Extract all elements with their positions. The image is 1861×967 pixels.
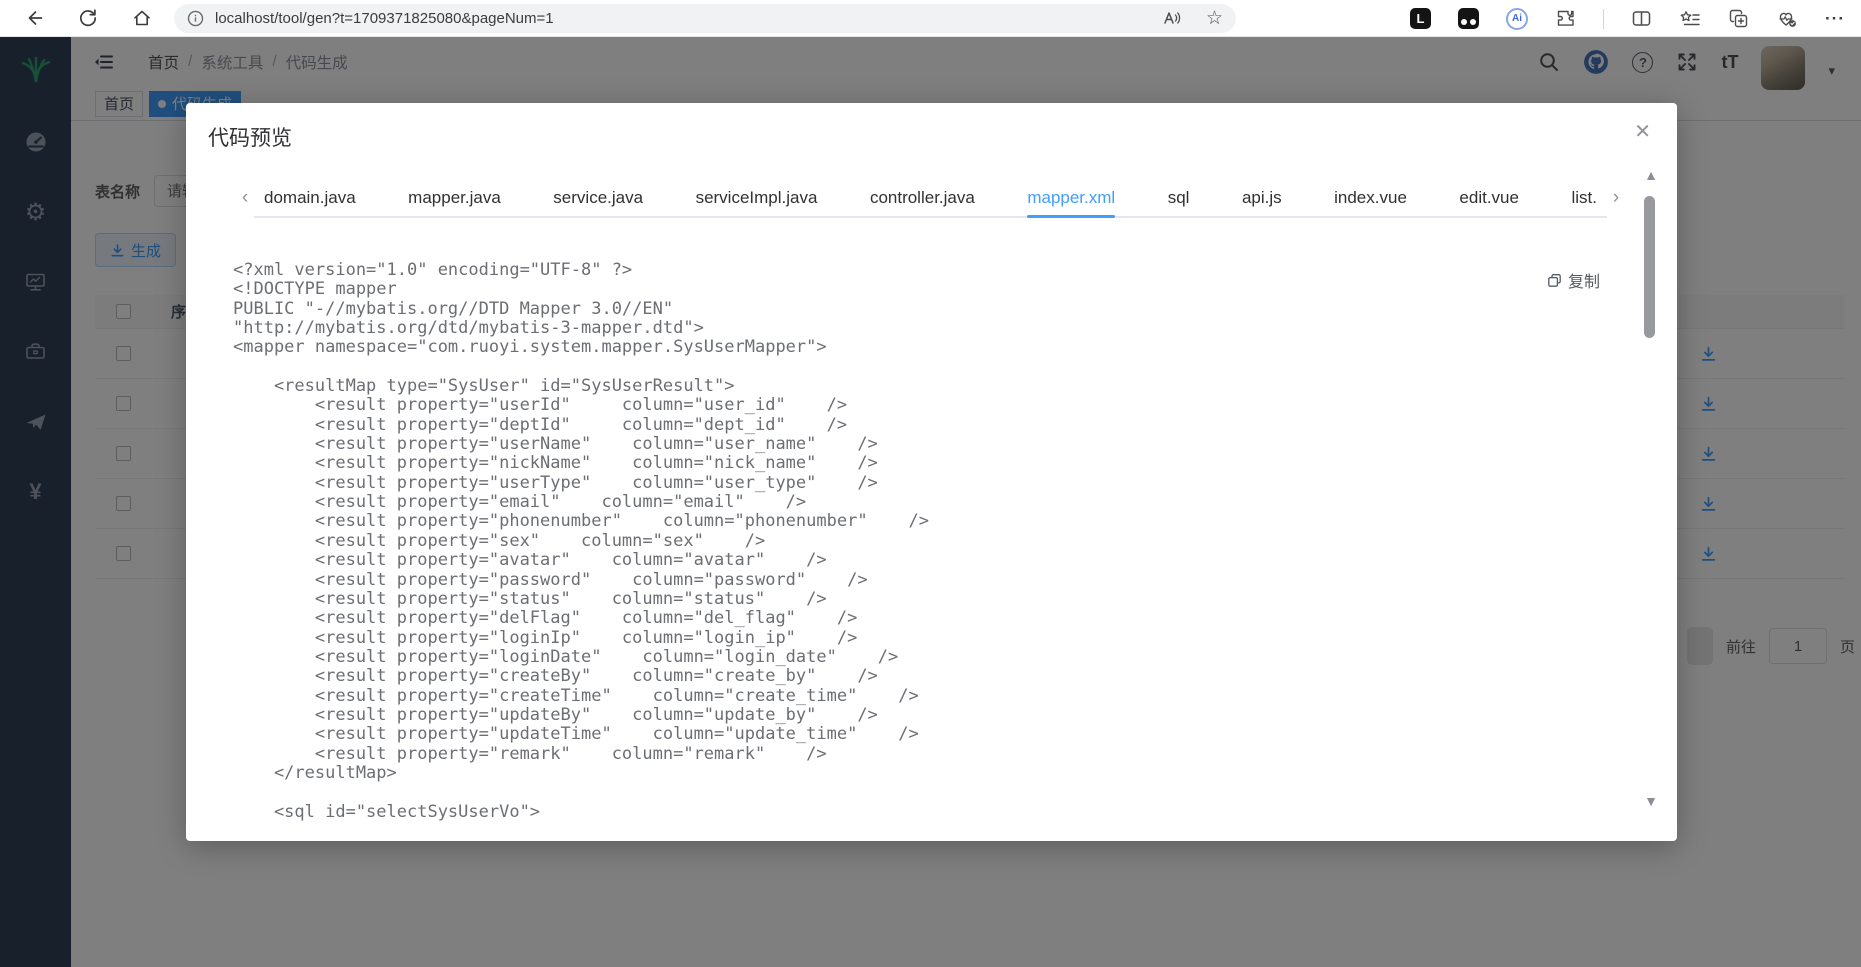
code-tab[interactable]: serviceImpl.java: [696, 177, 818, 218]
extensions-puzzle-icon[interactable]: [1555, 8, 1576, 29]
browser-home-icon[interactable]: [132, 8, 152, 28]
tabs-prev-icon[interactable]: ‹: [236, 187, 254, 209]
tab-duplicate-icon[interactable]: [1728, 8, 1749, 29]
browser-back-icon[interactable]: [24, 8, 44, 28]
split-screen-icon[interactable]: [1631, 8, 1652, 29]
favorite-star-icon[interactable]: ☆: [1206, 9, 1223, 28]
code-tab[interactable]: service.java: [553, 177, 643, 218]
code-tab[interactable]: index.vue: [1334, 177, 1407, 218]
tabs-next-icon[interactable]: ›: [1607, 187, 1625, 209]
code-tab[interactable]: domain.java: [264, 177, 356, 218]
extension-ai-icon[interactable]: Ai: [1506, 7, 1529, 30]
browser-toolbar: localhost/tool/gen?t=1709371825080&pageN…: [0, 0, 1861, 37]
code-tab[interactable]: edit.vue: [1459, 177, 1519, 218]
address-bar[interactable]: localhost/tool/gen?t=1709371825080&pageN…: [174, 3, 1236, 33]
browser-refresh-icon[interactable]: [78, 8, 98, 28]
browser-essentials-icon[interactable]: [1776, 8, 1798, 29]
code-tab[interactable]: controller.java: [870, 177, 975, 218]
browser-settings-more-icon[interactable]: ···: [1825, 9, 1845, 29]
toolbar-divider: [1603, 8, 1605, 29]
code-tab[interactable]: list.: [1571, 177, 1597, 218]
code-preview-dialog: 代码预览 ✕ ‹ domain.java mapper.java service…: [186, 103, 1677, 841]
code-content: <?xml version="1.0" encoding="UTF-8" ?> …: [233, 261, 929, 822]
code-tab[interactable]: mapper.java: [408, 177, 501, 218]
read-aloud-icon[interactable]: [1162, 9, 1182, 27]
code-tabs-bar: ‹ domain.java mapper.java service.java s…: [236, 177, 1625, 218]
url-text: localhost/tool/gen?t=1709371825080&pageN…: [215, 9, 554, 27]
favorites-list-icon[interactable]: [1679, 9, 1701, 29]
code-tab[interactable]: mapper.xml: [1027, 177, 1115, 218]
code-tab[interactable]: api.js: [1242, 177, 1282, 218]
close-icon[interactable]: ✕: [1634, 119, 1651, 144]
code-tab[interactable]: sql: [1168, 177, 1190, 218]
site-info-icon[interactable]: [187, 10, 204, 27]
extension-l-icon[interactable]: L: [1410, 8, 1432, 29]
scroll-up-icon[interactable]: ▲: [1644, 167, 1658, 183]
scrollbar-thumb[interactable]: [1644, 196, 1655, 338]
code-viewer: <?xml version="1.0" encoding="UTF-8" ?> …: [233, 261, 1587, 833]
scroll-down-icon[interactable]: ▼: [1644, 793, 1658, 809]
dialog-title: 代码预览: [208, 127, 292, 150]
extension-password-manager-icon[interactable]: [1458, 8, 1480, 29]
